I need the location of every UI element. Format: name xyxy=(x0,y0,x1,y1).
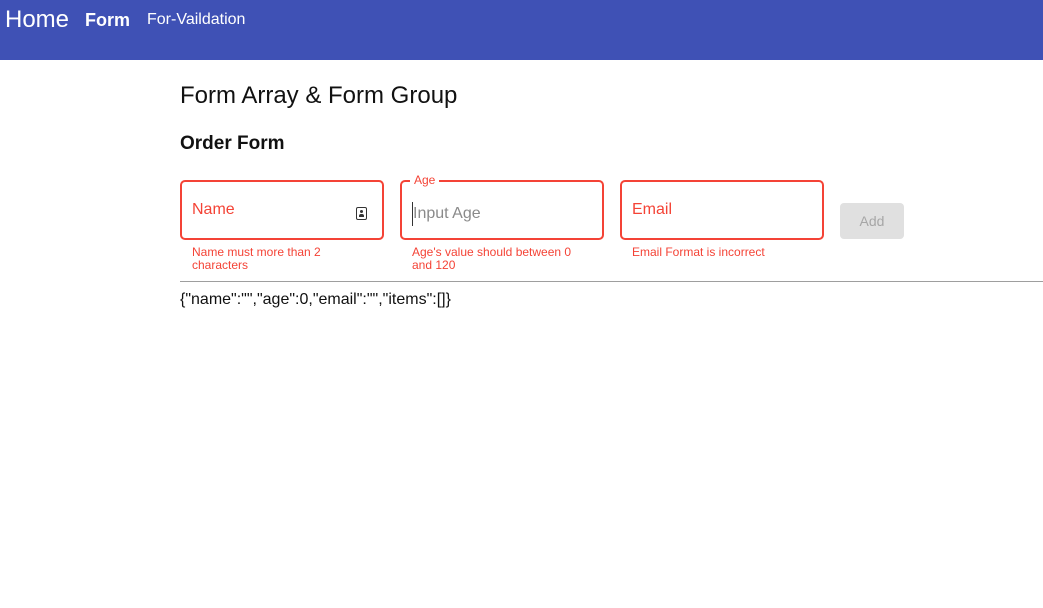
form-title: Order Form xyxy=(180,133,285,154)
name-field-label: Name xyxy=(192,201,235,218)
nav-home-link[interactable]: Home xyxy=(5,6,69,34)
page-title: Form Array & Form Group xyxy=(180,82,458,109)
age-input[interactable] xyxy=(412,202,593,226)
email-field[interactable]: Email xyxy=(620,180,824,240)
nav-validation-link[interactable]: For-Vaildation xyxy=(147,11,245,29)
add-button[interactable]: Add xyxy=(840,203,904,239)
age-field-label: Age xyxy=(410,173,440,187)
divider xyxy=(180,281,1043,282)
top-toolbar: Home Form For-Vaildation xyxy=(0,0,1043,60)
name-error-message: Name must more than 2 characters xyxy=(192,245,321,272)
age-error-message: Age's value should between 0 and 120 xyxy=(412,245,572,272)
email-error-message: Email Format is incorrect xyxy=(632,245,765,259)
email-field-label: Email xyxy=(632,201,673,218)
form-json-output: {"name":"","age":0,"email":"","items":[]… xyxy=(180,291,451,308)
name-field[interactable]: Name xyxy=(180,180,384,240)
age-field[interactable]: Age xyxy=(400,173,604,240)
nav-form-link[interactable]: Form xyxy=(85,10,130,31)
contact-card-icon xyxy=(356,207,367,220)
